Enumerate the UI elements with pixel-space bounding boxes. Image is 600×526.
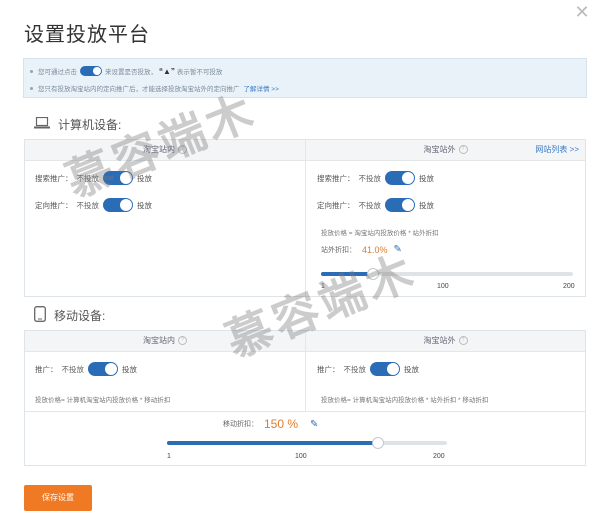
toggle-sample-icon [80,66,102,76]
pc-outside-discount-slider[interactable] [321,268,573,280]
bullet-icon [30,86,33,90]
slider-fill [167,441,377,445]
pc-settings-panel: 淘宝站内? 淘宝站外? 网站列表 >> 搜索推广： 不投放 投放 定向推广： 不… [24,139,586,297]
save-settings-button[interactable]: 保存设置 [24,485,92,511]
mobile-outside-toggle[interactable] [370,362,400,376]
header-label: 淘宝站内 [143,145,175,154]
section-label: 计算机设备: [58,118,122,132]
tip-line-2: 您只有投放淘宝站内的定向推广后，才能选择投放淘宝站外的定向推广 了解详情 >> [30,83,279,93]
pc-inside-search-toggle[interactable] [103,171,133,185]
edit-pencil-icon[interactable]: ✎ [310,419,318,430]
slider-thumb[interactable] [371,437,384,449]
tip-text: 来设置是否投放， [105,69,157,76]
divider [25,411,585,412]
mobile-phone-icon [34,306,46,325]
mobile-inside-header: 淘宝站内? [25,331,305,352]
pc-outside-discount-row: 站外折扣： 41.0% ✎ [321,244,402,255]
tip-text: 表示暂不可投放 [176,69,223,76]
on-label: 投放 [404,364,419,374]
mobile-section-title: 移动设备: [34,306,105,325]
discount-label: 站外折扣： [321,246,356,254]
pc-outside-search-row: 搜索推广： 不投放 投放 [317,171,434,185]
row-label: 定向推广： [317,200,355,210]
header-label: 淘宝站内 [143,336,175,345]
slider-tick-max: 200 [433,453,445,460]
pc-section-title: 计算机设备: [34,116,121,133]
discount-value: 41.0% [362,244,388,255]
help-icon[interactable]: ? [178,336,187,346]
bullet-icon [30,69,33,73]
pc-inside-targeted-toggle[interactable] [103,198,133,212]
laptop-icon [34,116,50,132]
tip-text: 您可通过点击 [38,69,77,76]
mobile-inside-formula: 投放价格= 计算机淘宝站内投放价格 * 移动折扣 [35,397,171,404]
row-label: 定向推广： [35,200,73,210]
pc-outside-targeted-row: 定向推广： 不投放 投放 [317,198,434,212]
pc-outside-header: 淘宝站外? 网站列表 >> [306,140,585,161]
edit-pencil-icon[interactable]: ✎ [394,244,402,255]
off-label: 不投放 [61,364,85,374]
site-list-link[interactable]: 网站列表 >> [535,140,579,160]
discount-label: 移动折扣： [223,421,258,428]
mobile-outside-header: 淘宝站外? [306,331,585,352]
pc-inside-targeted-row: 定向推广： 不投放 投放 [35,198,152,212]
on-label: 投放 [122,364,137,374]
close-icon[interactable]: ✕ [574,3,590,21]
discount-value: 150 % [264,417,299,431]
header-label: 淘宝站外 [423,336,456,345]
tip-line-1: 您可通过点击 来设置是否投放， “▲” 表示暂不可投放 [30,66,222,76]
off-label: 不投放 [76,173,100,183]
on-label: 投放 [419,173,434,183]
off-label: 不投放 [76,200,100,210]
mobile-outside-formula: 投放价格= 计算机淘宝站内投放价格 * 站外折扣 * 移动折扣 [321,397,489,404]
tip-text: 您只有投放淘宝站内的定向推广后，才能选择投放淘宝站外的定向推广 [38,86,240,93]
off-label: 不投放 [343,364,367,374]
pc-outside-targeted-toggle[interactable] [385,198,415,212]
on-label: 投放 [137,200,152,210]
on-label: 投放 [419,200,434,210]
slider-fill [321,272,372,276]
help-icon[interactable]: ? [178,145,187,155]
help-icon[interactable]: ? [458,145,468,155]
on-label: 投放 [137,173,152,183]
slider-thumb[interactable] [366,268,379,280]
learn-more-link[interactable]: 了解详情 >> [244,83,279,93]
mobile-discount-row: 移动折扣： 150 % ✎ [223,417,318,431]
slider-tick-min: 1 [167,453,171,460]
warning-icon: “▲” [159,66,175,76]
row-label: 搜索推广： [35,173,73,183]
pc-outside-search-toggle[interactable] [385,171,415,185]
pc-inside-search-row: 搜索推广： 不投放 投放 [35,171,152,185]
help-icon[interactable]: ? [458,336,468,346]
mobile-inside-toggle[interactable] [88,362,118,376]
off-label: 不投放 [358,200,382,210]
off-label: 不投放 [358,173,382,183]
slider-tick-min: 1 [321,283,325,290]
row-label: 推广： [35,364,58,374]
divider [305,331,306,411]
tips-box: 您可通过点击 来设置是否投放， “▲” 表示暂不可投放 您只有投放淘宝站内的定向… [23,58,587,98]
dialog-title: 设置投放平台 [24,24,150,46]
mobile-settings-panel: 淘宝站内? 淘宝站外? 推广： 不投放 投放 投放价格= 计算机淘宝站内投放价格… [24,330,586,466]
mobile-discount-slider[interactable] [167,437,447,449]
pc-outside-formula: 投放价格 = 淘宝站内投放价格 * 站外折扣 [321,230,439,237]
pc-inside-header: 淘宝站内? [25,140,305,161]
mobile-outside-row: 推广： 不投放 投放 [317,362,419,376]
slider-tick-max: 200 [563,283,575,290]
slider-tick-mid: 100 [295,453,307,460]
divider [305,140,306,296]
mobile-inside-row: 推广： 不投放 投放 [35,362,137,376]
header-label: 淘宝站外 [423,145,456,154]
row-label: 推广： [317,364,340,374]
row-label: 搜索推广： [317,173,355,183]
slider-tick-mid: 100 [437,283,449,290]
section-label: 移动设备: [54,309,106,323]
